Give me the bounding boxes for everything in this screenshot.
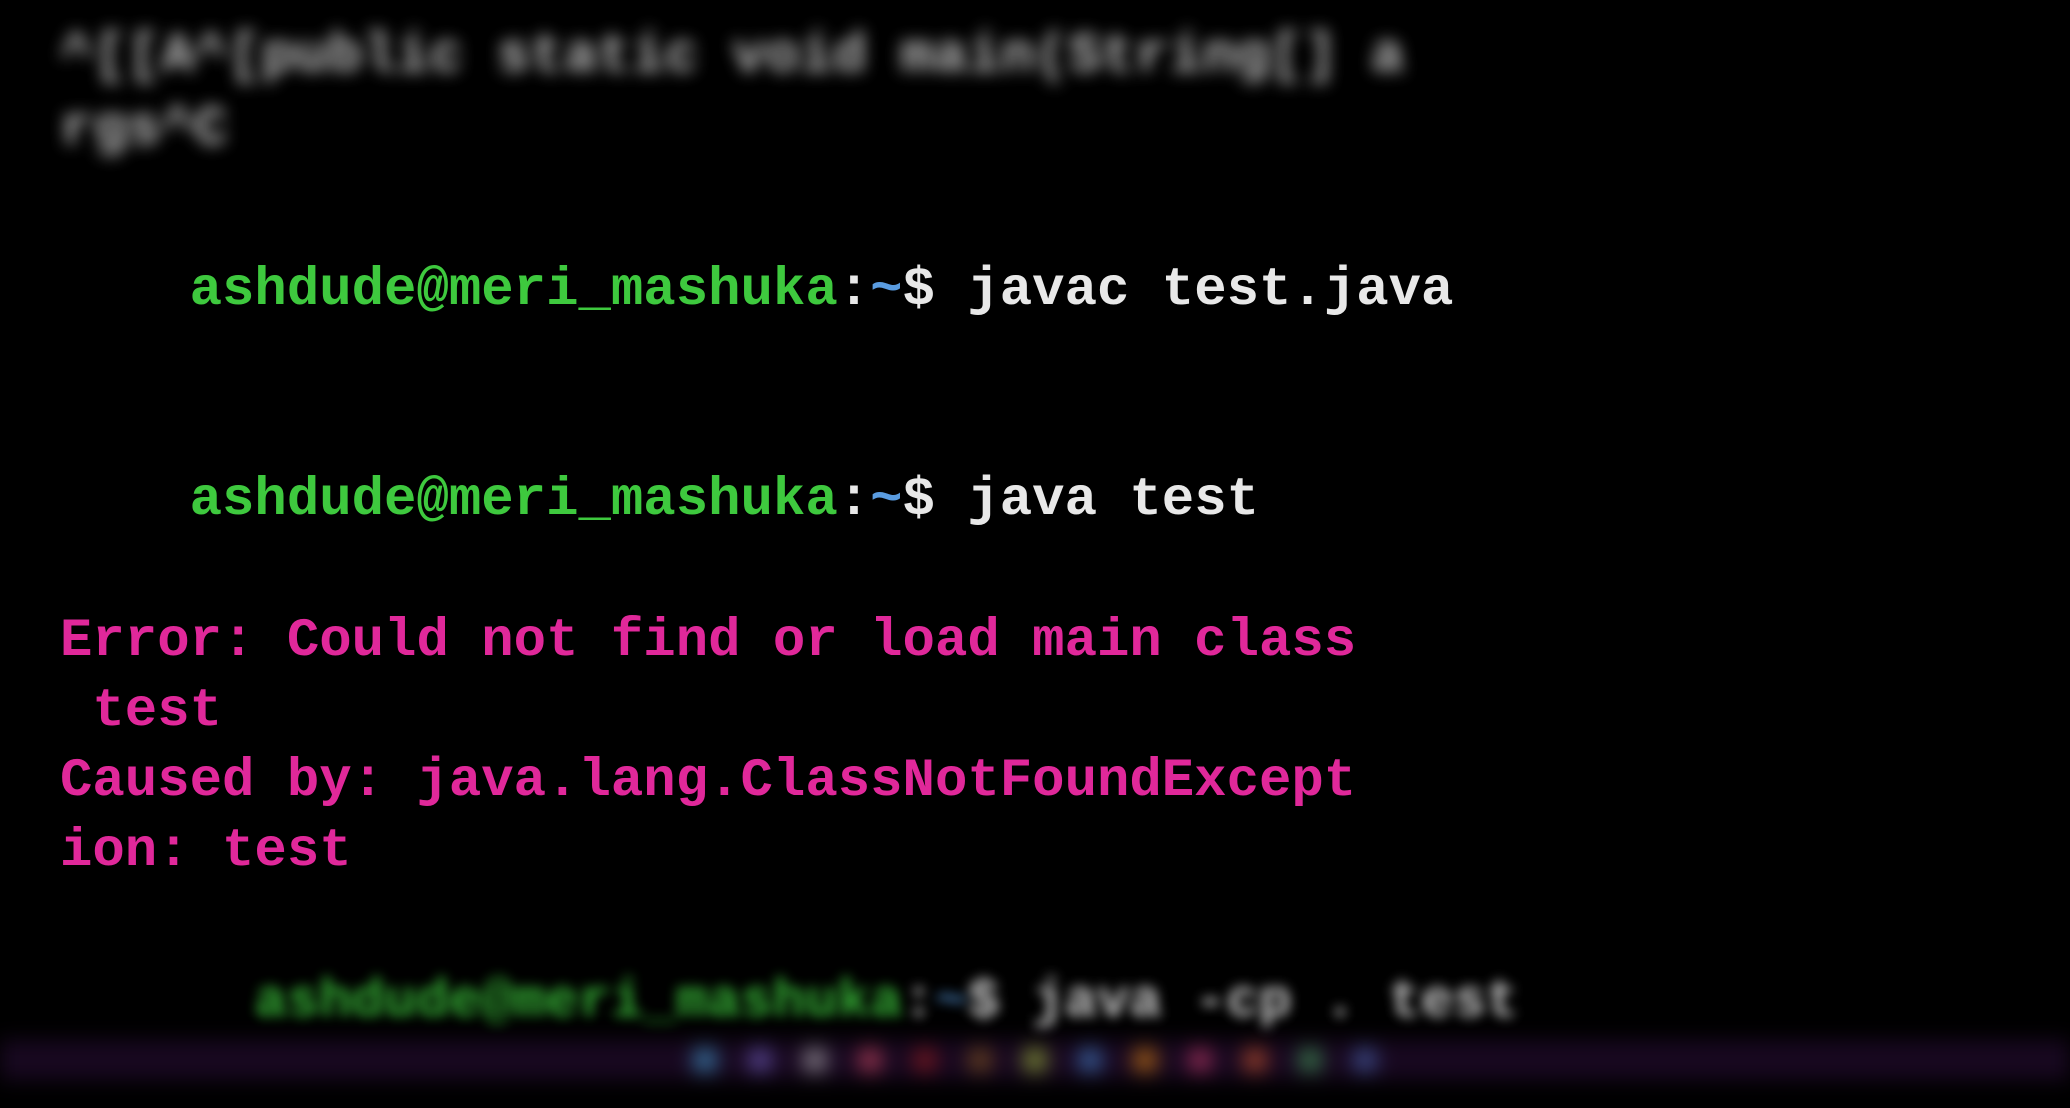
dock-app-icon[interactable] — [1245, 1050, 1265, 1070]
colon: : — [903, 972, 935, 1033]
history-line: rgs^C — [60, 93, 2010, 166]
dock-app-icon[interactable] — [1135, 1050, 1155, 1070]
user-host: ashdude@meri_mashuka — [254, 972, 902, 1033]
blurred-history: ^[[A^[public static void main(String[] a… — [60, 20, 2010, 166]
dollar: $ — [967, 972, 1032, 1033]
command-text: java -cp . test — [1032, 972, 1518, 1033]
error-line: Caused by: java.lang.ClassNotFoundExcept — [60, 747, 2010, 817]
history-line: ^[[A^[public static void main(String[] a — [60, 20, 2010, 93]
error-line: ion: test — [60, 817, 2010, 887]
dock-bar — [0, 1040, 2070, 1080]
dock-app-icon[interactable] — [805, 1050, 825, 1070]
dock-app-icon[interactable] — [1025, 1050, 1045, 1070]
dock-app-icon[interactable] — [695, 1050, 715, 1070]
colon: : — [838, 260, 870, 321]
dock-app-icon[interactable] — [1080, 1050, 1100, 1070]
command-text: java test — [967, 470, 1259, 531]
user-host: ashdude@meri_mashuka — [190, 470, 838, 531]
prompt-line-2: ashdude@meri_mashuka:~$ java test — [60, 396, 2010, 607]
path: ~ — [935, 972, 967, 1033]
dock-app-icon[interactable] — [1355, 1050, 1375, 1070]
dollar: $ — [903, 260, 968, 321]
terminal-window[interactable]: ^[[A^[public static void main(String[] a… — [0, 0, 2070, 1080]
dollar: $ — [903, 470, 968, 531]
path: ~ — [870, 260, 902, 321]
dock-app-icon[interactable] — [1300, 1050, 1320, 1070]
path: ~ — [870, 470, 902, 531]
dock-app-icon[interactable] — [1190, 1050, 1210, 1070]
command-text: javac test.java — [967, 260, 1453, 321]
dock-app-icon[interactable] — [750, 1050, 770, 1070]
error-line: test — [60, 677, 2010, 747]
prompt-line-1: ashdude@meri_mashuka:~$ javac test.java — [60, 186, 2010, 397]
dock-app-icon[interactable] — [915, 1050, 935, 1070]
user-host: ashdude@meri_mashuka — [190, 260, 838, 321]
error-line: Error: Could not find or load main class — [60, 607, 2010, 677]
dock-app-icon[interactable] — [860, 1050, 880, 1070]
colon: : — [838, 470, 870, 531]
dock-app-icon[interactable] — [970, 1050, 990, 1070]
